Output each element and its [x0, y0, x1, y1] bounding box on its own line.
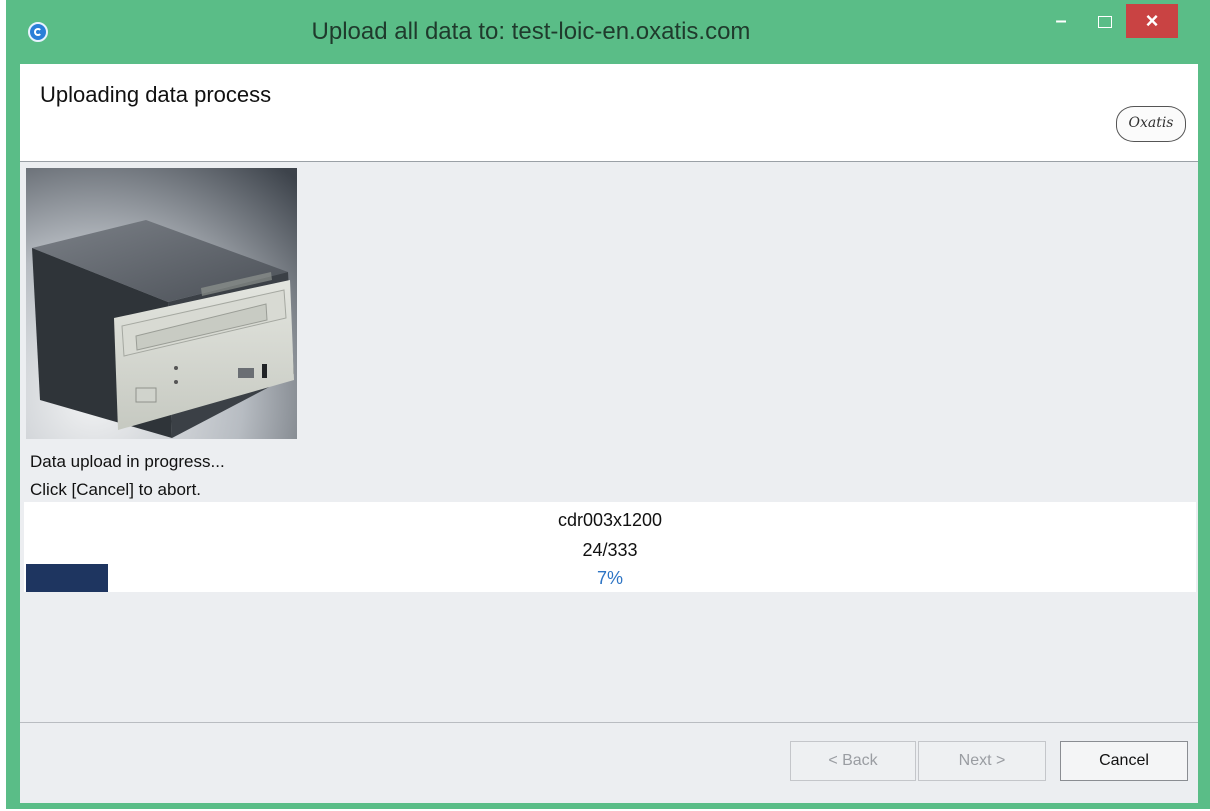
cancel-hint: Click [Cancel] to abort. [30, 480, 202, 499]
title-bar[interactable]: Upload all data to: test-loic-en.oxatis.… [6, 0, 1210, 64]
app-icon [28, 22, 48, 42]
progress-percent: 7% [596, 568, 623, 588]
progress-panel: cdr003x1200 24/333 7% [24, 502, 1196, 592]
cd-drive-image [26, 168, 297, 439]
current-item-name: cdr003x1200 [557, 510, 663, 530]
item-counter: 24/333 [582, 540, 638, 560]
oxatis-logo: Oxatis [1116, 106, 1186, 142]
page-title: Uploading data process [40, 82, 272, 107]
wizard-header: Uploading data process Oxatis [20, 64, 1198, 162]
maximize-button[interactable] [1090, 4, 1120, 38]
next-button[interactable]: Next > [918, 741, 1046, 781]
dialog-window: Upload all data to: test-loic-en.oxatis.… [6, 0, 1210, 809]
window-title: Upload all data to: test-loic-en.oxatis.… [311, 18, 751, 45]
minimize-button[interactable]: – [1046, 4, 1076, 38]
wizard-content: Data upload in progress... Click [Cancel… [20, 162, 1198, 722]
maximize-icon [1098, 15, 1112, 28]
back-button[interactable]: < Back [790, 741, 916, 781]
cancel-button[interactable]: Cancel [1060, 741, 1188, 781]
status-message: Data upload in progress... [30, 452, 225, 471]
close-button[interactable]: × [1126, 4, 1178, 38]
wizard-footer: < Back Next > Cancel [20, 723, 1198, 803]
